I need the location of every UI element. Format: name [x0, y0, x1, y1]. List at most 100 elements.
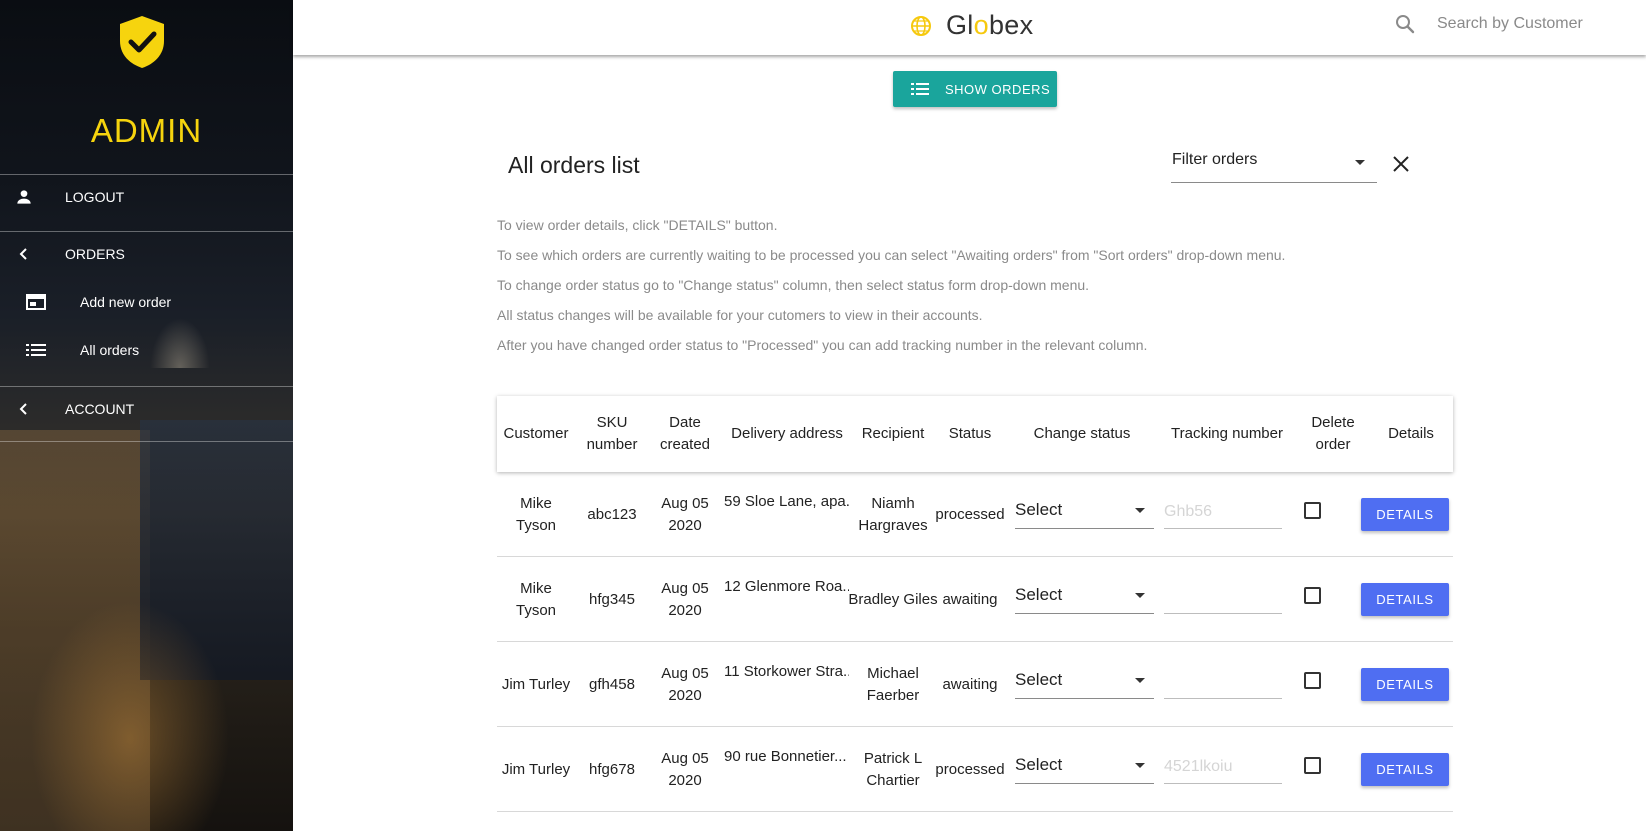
cell-sku: gfh458 — [589, 675, 635, 693]
help-line: To view order details, click "DETAILS" b… — [497, 217, 778, 233]
column-header-address: Delivery address — [731, 425, 843, 442]
cell-status: processed — [935, 505, 1005, 523]
orders-table: Customer SKU number Date created Deliver… — [497, 396, 1453, 812]
sidebar-item-all-orders[interactable]: All orders — [0, 328, 293, 372]
details-button[interactable]: DETAILS — [1361, 753, 1449, 786]
cell-customer: Mike Tyson — [515, 579, 557, 619]
brand: Globex — [910, 10, 1033, 41]
cell-date: Aug 05 2020 — [661, 664, 709, 704]
delete-order-checkbox[interactable] — [1304, 502, 1321, 519]
change-status-select[interactable]: Select — [1015, 581, 1154, 614]
cell-status: awaiting — [942, 675, 998, 693]
change-status-select[interactable]: Select — [1015, 666, 1154, 699]
cell-date: Aug 05 2020 — [661, 749, 709, 789]
cell-recipient: Niamh Hargraves — [858, 494, 928, 534]
filter-orders-select[interactable]: Filter orders — [1171, 148, 1377, 183]
tracking-number-input[interactable] — [1164, 751, 1282, 784]
cell-status: awaiting — [942, 590, 998, 608]
help-line: To change order status go to "Change sta… — [497, 277, 1090, 293]
table-header: Customer SKU number Date created Deliver… — [497, 396, 1453, 472]
close-icon[interactable] — [1390, 153, 1412, 175]
cell-address: 12 Glenmore Roa... — [724, 578, 849, 595]
cell-sku: abc123 — [587, 505, 637, 523]
page-title: All orders list — [508, 152, 640, 178]
column-header-delete: Delete order — [1311, 414, 1355, 453]
column-header-details: Details — [1388, 425, 1434, 442]
column-header-recipient: Recipient — [861, 425, 925, 442]
sidebar-item-label: LOGOUT — [65, 189, 125, 205]
dropdown-arrow-icon — [1355, 160, 1365, 165]
sidebar-item-label: ORDERS — [65, 246, 125, 262]
change-status-select[interactable]: Select — [1015, 751, 1154, 784]
dropdown-arrow-icon — [1135, 678, 1145, 683]
cell-customer: Jim Turley — [501, 760, 571, 778]
cell-sku: hfg678 — [589, 760, 635, 778]
cell-address: 11 Storkower Stra... — [724, 663, 849, 680]
show-orders-button[interactable]: SHOW ORDERS — [893, 71, 1057, 107]
delete-order-checkbox[interactable] — [1304, 757, 1321, 774]
change-status-select[interactable]: Select — [1015, 496, 1154, 529]
tracking-number-input[interactable] — [1164, 581, 1282, 614]
cell-date: Aug 05 2020 — [661, 579, 709, 619]
dropdown-arrow-icon — [1135, 763, 1145, 768]
tracking-number-input[interactable] — [1164, 496, 1282, 529]
column-header-customer: Customer — [503, 425, 569, 442]
table-row: Jim Turley hfg678 Aug 05 2020 90 rue Bon… — [497, 727, 1453, 812]
column-header-status: Status — [948, 425, 992, 442]
select-value: Select — [1015, 500, 1063, 519]
help-line: All status changes will be available for… — [497, 307, 983, 323]
globe-icon — [911, 15, 931, 36]
search-box — [1393, 12, 1607, 36]
cell-sku: hfg345 — [589, 590, 635, 608]
brand-name: Globex — [946, 10, 1034, 40]
search-icon[interactable] — [1393, 12, 1417, 36]
details-button[interactable]: DETAILS — [1361, 498, 1449, 531]
cell-address: 90 rue Bonnetier... — [724, 748, 847, 765]
cell-recipient: Patrick L Chartier — [863, 749, 923, 789]
column-header-date: Date created — [659, 414, 711, 453]
chevron-left-icon — [12, 242, 36, 266]
select-value: Select — [1015, 755, 1063, 774]
select-value: Select — [1015, 670, 1063, 689]
search-input[interactable] — [1437, 15, 1607, 33]
column-header-change-status: Change status — [1033, 425, 1131, 442]
top-bar: Globex — [293, 0, 1646, 55]
sidebar-item-account[interactable]: ACCOUNT — [0, 387, 293, 431]
cell-status: processed — [935, 760, 1005, 778]
table-row: Jim Turley gfh458 Aug 05 2020 11 Storkow… — [497, 642, 1453, 727]
sidebar-item-label: All orders — [80, 342, 140, 358]
select-value: Select — [1015, 585, 1063, 604]
tracking-number-input[interactable] — [1164, 666, 1282, 699]
shield-check-icon — [120, 16, 164, 68]
divider — [0, 441, 293, 442]
cell-recipient: Michael Faerber — [866, 664, 920, 704]
list-icon — [24, 338, 48, 362]
cell-date: Aug 05 2020 — [661, 494, 709, 534]
cell-recipient: Bradley Giles — [848, 590, 938, 608]
delete-order-checkbox[interactable] — [1304, 587, 1321, 604]
table-row: Mike Tyson abc123 Aug 05 2020 59 Sloe La… — [497, 472, 1453, 557]
help-line: After you have changed order status to "… — [497, 337, 1148, 353]
help-text: To view order details, click "DETAILS" b… — [497, 213, 1397, 363]
help-line: To see which orders are currently waitin… — [497, 247, 1286, 263]
details-button[interactable]: DETAILS — [1361, 583, 1449, 616]
dropdown-arrow-icon — [1135, 593, 1145, 598]
sidebar: ADMIN LOGOUT ORDERS Add new order All or… — [0, 0, 293, 831]
show-orders-label: SHOW ORDERS — [945, 81, 1051, 97]
details-button[interactable]: DETAILS — [1361, 668, 1449, 701]
column-header-tracking: Tracking number — [1171, 425, 1283, 442]
list-icon — [911, 83, 929, 95]
delete-order-checkbox[interactable] — [1304, 672, 1321, 689]
column-header-sku: SKU number — [586, 414, 638, 453]
chevron-left-icon — [12, 397, 36, 421]
background-glow — [30, 600, 230, 831]
admin-title: ADMIN — [90, 112, 203, 149]
sidebar-item-label: Add new order — [80, 294, 172, 310]
cell-customer: Mike Tyson — [515, 494, 557, 534]
sidebar-item-add-new-order[interactable]: Add new order — [0, 280, 293, 324]
sidebar-item-logout[interactable]: LOGOUT — [0, 175, 293, 219]
sidebar-item-orders[interactable]: ORDERS — [0, 232, 293, 276]
sidebar-item-label: ACCOUNT — [65, 401, 135, 417]
dropdown-arrow-icon — [1135, 508, 1145, 513]
filter-orders-label: Filter orders — [1172, 151, 1258, 168]
